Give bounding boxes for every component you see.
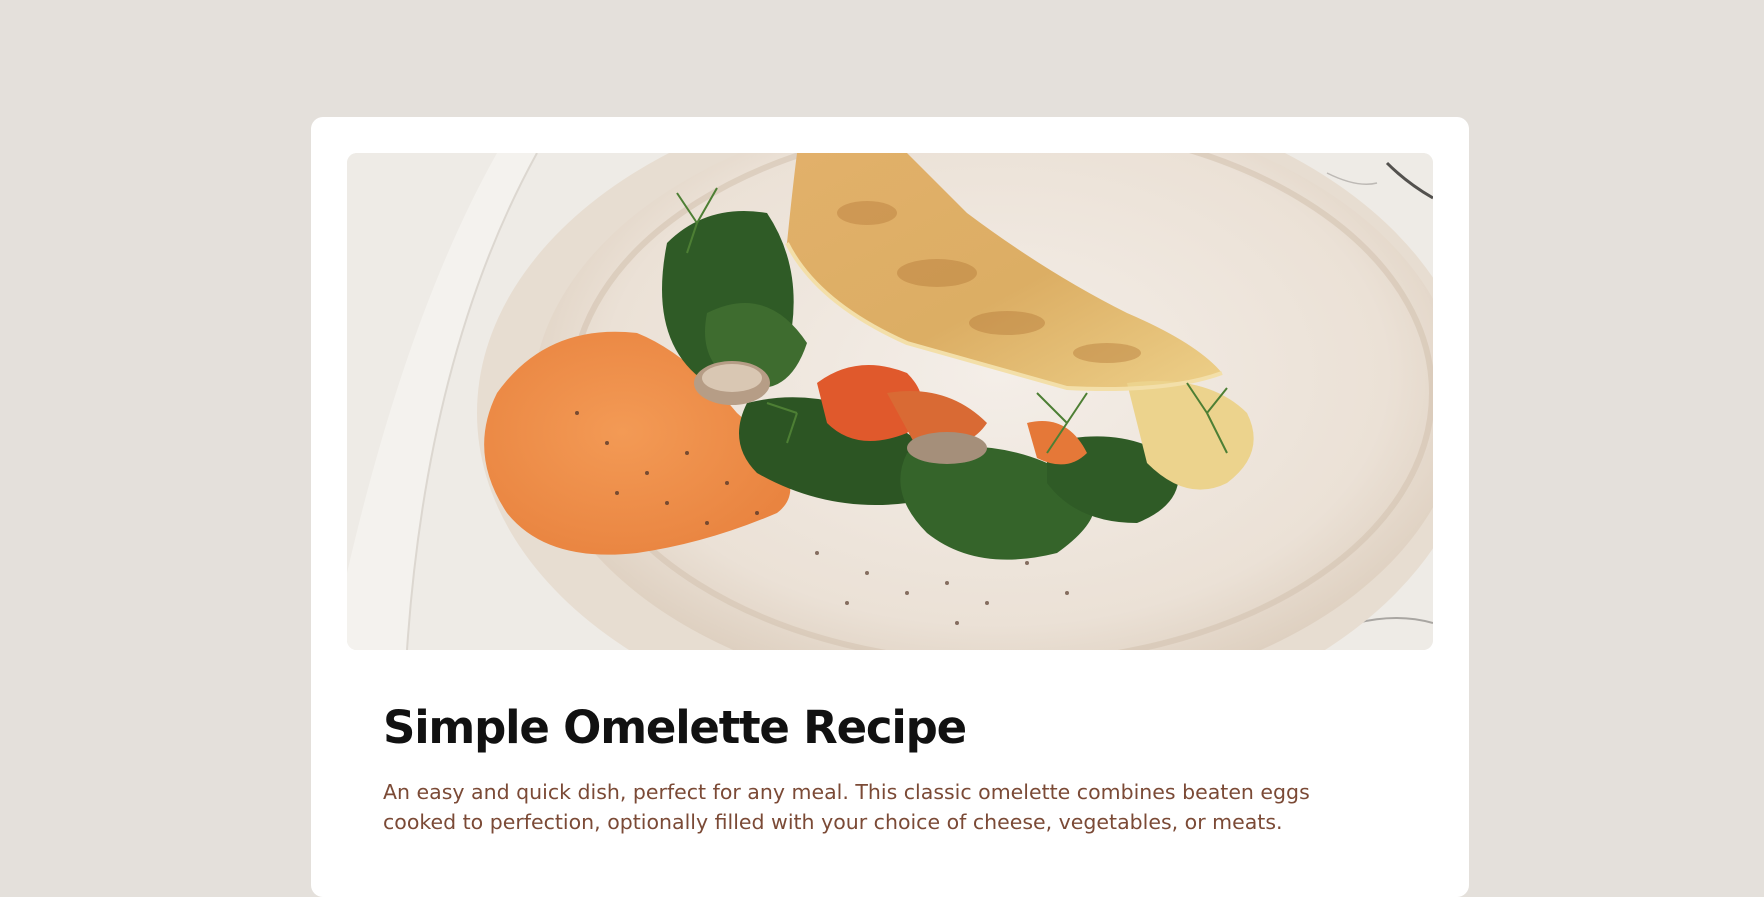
page-title: Simple Omelette Recipe <box>383 701 967 754</box>
recipe-card: Simple Omelette Recipe An easy and quick… <box>311 117 1469 897</box>
recipe-description: An easy and quick dish, perfect for any … <box>383 779 1310 834</box>
recipe-intro: Simple Omelette Recipe An easy and quick… <box>347 650 1433 837</box>
hero-image <box>347 153 1433 650</box>
